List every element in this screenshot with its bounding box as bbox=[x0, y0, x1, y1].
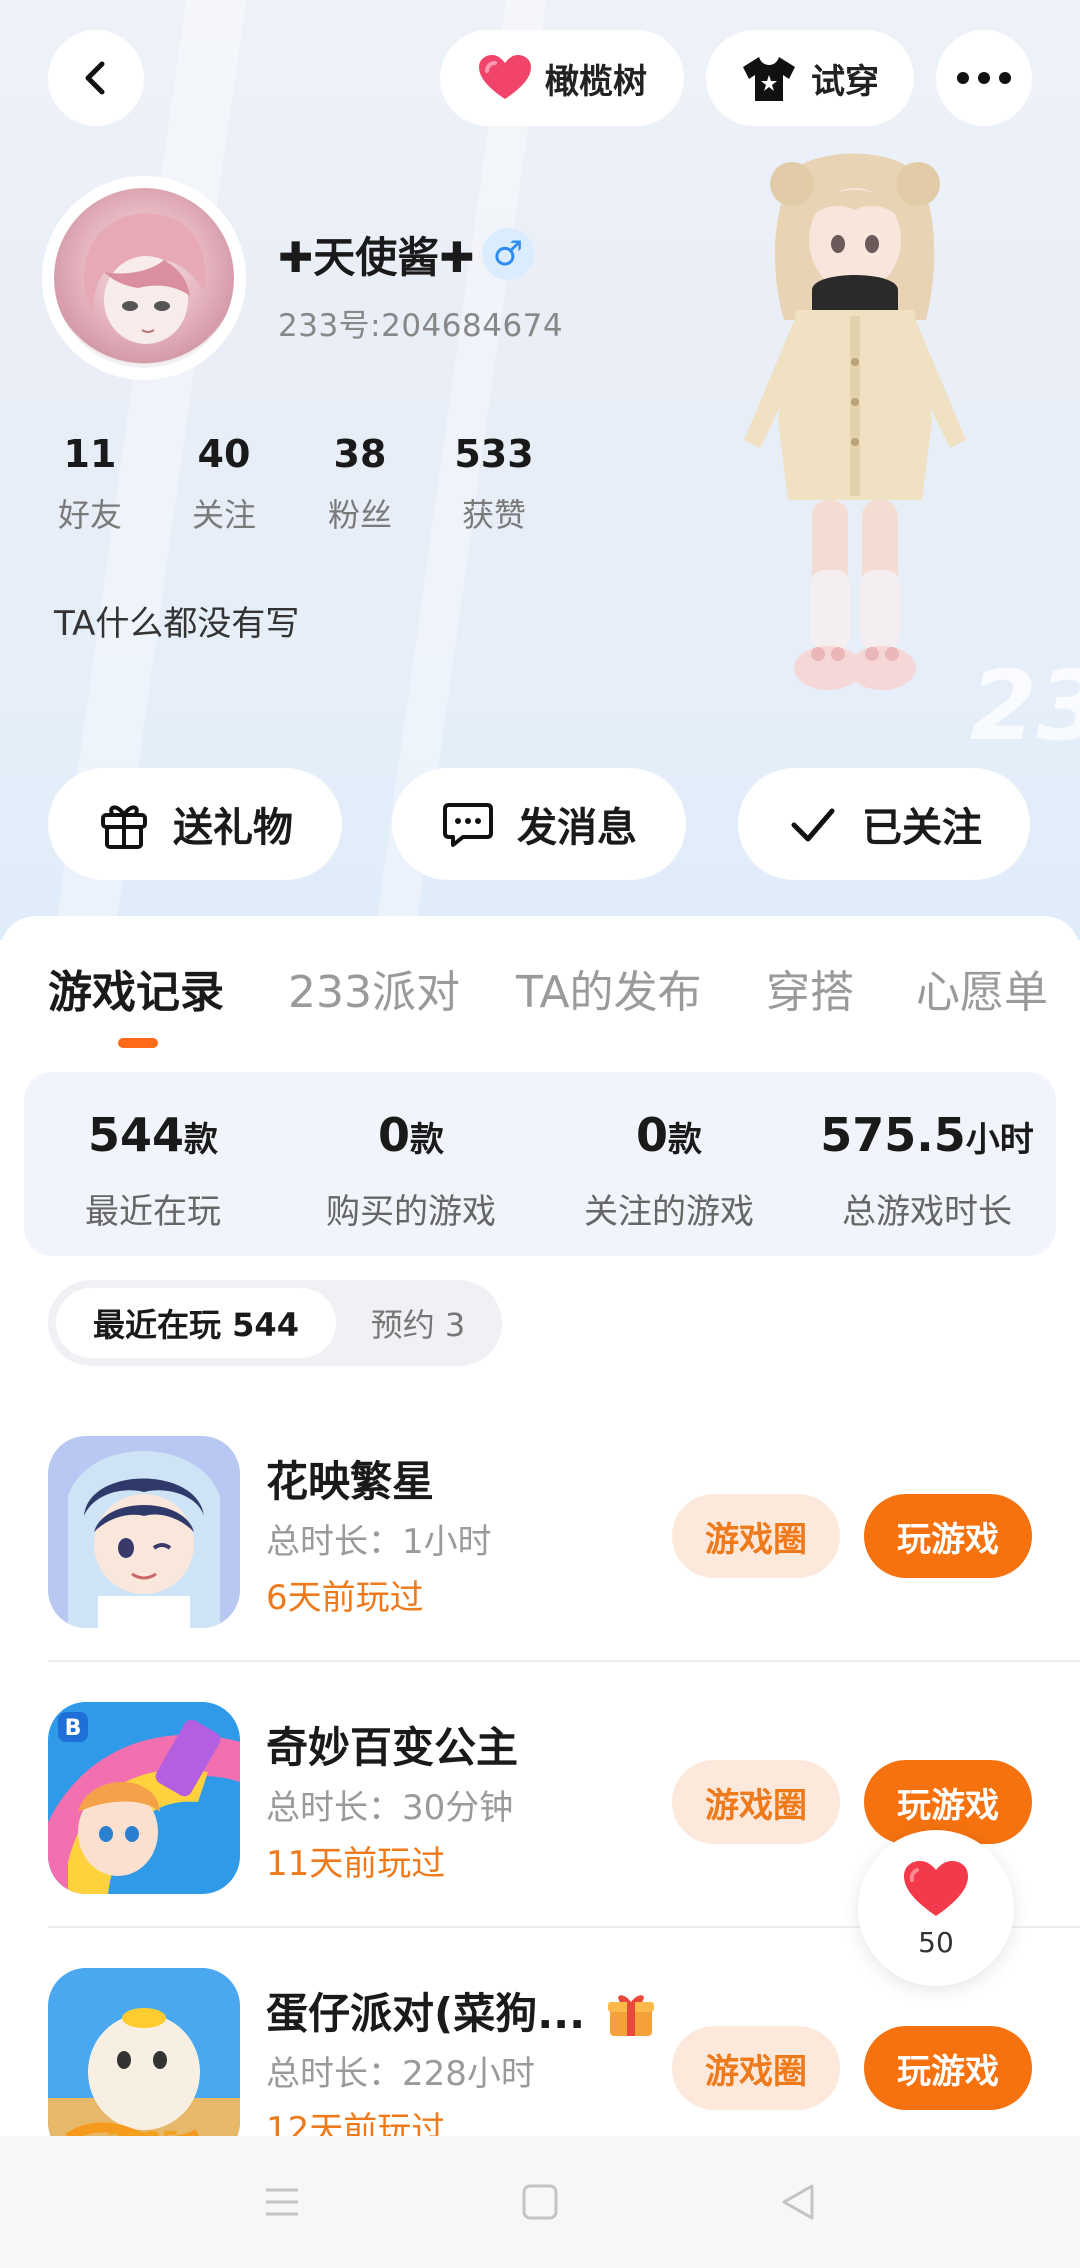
game-icon-princess[interactable]: B bbox=[48, 1702, 240, 1894]
stat-value: 38 bbox=[333, 432, 387, 476]
game-name: 蛋仔派对(菜狗... bbox=[266, 1989, 586, 2038]
game-summary: 544款 最近在玩 0款 购买的游戏 0款 关注的游戏 575.5小时 总游戏时… bbox=[24, 1072, 1056, 1256]
stat-value: 40 bbox=[197, 432, 251, 476]
nickname: ✚天使酱✚ bbox=[278, 233, 475, 282]
summary-value: 544 bbox=[87, 1108, 185, 1162]
game-duration: 总时长：30分钟 bbox=[266, 1788, 514, 1828]
game-name: 花映繁星 bbox=[266, 1457, 435, 1506]
tab-wishlist[interactable]: 心愿单 bbox=[916, 956, 1048, 1020]
avatar[interactable] bbox=[42, 176, 246, 380]
heart-icon bbox=[479, 55, 531, 99]
summary-label: 关注的游戏 bbox=[584, 1192, 754, 1232]
mate-button[interactable]: 橄榄树 bbox=[440, 30, 684, 126]
play-game-button[interactable]: 玩游戏 bbox=[864, 2026, 1032, 2110]
chat-icon bbox=[443, 803, 493, 847]
stat-fans[interactable]: 38 粉丝 bbox=[300, 432, 420, 536]
back-button[interactable] bbox=[48, 30, 144, 126]
tab-posts[interactable]: TA的发布 bbox=[516, 956, 702, 1020]
game-icon-eggy[interactable]: 2025 bbox=[48, 1968, 240, 2160]
summary-followed[interactable]: 0款 关注的游戏 bbox=[540, 1108, 798, 1233]
stat-label: 获赞 bbox=[461, 496, 526, 534]
summary-value: 0 bbox=[377, 1108, 410, 1162]
svg-text:B: B bbox=[65, 1716, 82, 1741]
summary-unit: 款 bbox=[184, 1120, 219, 1160]
tab-233-party[interactable]: 233派对 bbox=[288, 956, 460, 1020]
summary-total-time[interactable]: 575.5小时 总游戏时长 bbox=[798, 1108, 1056, 1233]
segment-reserve[interactable]: 预约 3 bbox=[348, 1288, 488, 1358]
game-icon-huaying[interactable] bbox=[48, 1436, 240, 1628]
back-icon bbox=[85, 61, 105, 95]
game-last-played: 6天前玩过 bbox=[266, 1578, 424, 1618]
heart-icon bbox=[904, 1860, 968, 1916]
send-gift-label: 送礼物 bbox=[173, 805, 293, 851]
stat-value: 11 bbox=[63, 432, 117, 476]
active-tab-indicator bbox=[118, 1038, 158, 1048]
stat-value: 533 bbox=[454, 432, 534, 476]
send-gift-button[interactable]: 送礼物 bbox=[48, 768, 342, 880]
stat-likes[interactable]: 533 获赞 bbox=[434, 432, 554, 536]
bio-text: TA什么都没有写 bbox=[54, 604, 300, 644]
followed-label: 已关注 bbox=[862, 805, 982, 851]
like-button[interactable]: 50 bbox=[858, 1830, 1014, 1986]
character-figure[interactable] bbox=[700, 140, 1010, 760]
check-icon bbox=[791, 808, 835, 842]
stat-label: 关注 bbox=[191, 496, 256, 534]
game-circle-button[interactable]: 游戏圈 bbox=[672, 1494, 840, 1578]
summary-recent[interactable]: 544款 最近在玩 bbox=[24, 1108, 282, 1233]
send-message-label: 发消息 bbox=[517, 805, 637, 851]
more-icon bbox=[957, 72, 1011, 84]
segment-recent[interactable]: 最近在玩 544 bbox=[56, 1288, 336, 1358]
stat-label: 好友 bbox=[57, 496, 122, 534]
try-on-label: 试穿 bbox=[811, 61, 879, 102]
system-nav-bar bbox=[0, 2136, 1080, 2268]
stat-following[interactable]: 40 关注 bbox=[164, 432, 284, 536]
try-on-button[interactable]: 试穿 bbox=[706, 30, 914, 126]
send-message-button[interactable]: 发消息 bbox=[392, 768, 686, 880]
mate-label: 橄榄树 bbox=[545, 61, 647, 102]
summary-unit: 款 bbox=[668, 1120, 702, 1160]
game-name: 奇妙百变公主 bbox=[266, 1723, 519, 1772]
tshirt-icon bbox=[743, 57, 795, 101]
summary-label: 总游戏时长 bbox=[842, 1192, 1012, 1232]
summary-label: 最近在玩 bbox=[85, 1192, 221, 1232]
summary-value: 575.5 bbox=[820, 1108, 966, 1162]
game-circle-button[interactable]: 游戏圈 bbox=[672, 1760, 840, 1844]
more-button[interactable] bbox=[936, 30, 1032, 126]
summary-label: 购买的游戏 bbox=[326, 1192, 496, 1232]
summary-unit: 款 bbox=[410, 1120, 444, 1160]
back-triangle-icon[interactable] bbox=[774, 2178, 822, 2226]
gift-icon bbox=[101, 805, 147, 849]
game-row[interactable]: 花映繁星 总时长：1小时 6天前玩过 游戏圈 玩游戏 bbox=[48, 1396, 1080, 1662]
stat-friends[interactable]: 11 好友 bbox=[30, 432, 150, 536]
user-id: 233号:204684674 bbox=[278, 308, 564, 344]
watermark-233: 233 bbox=[970, 650, 1080, 762]
summary-unit: 小时 bbox=[965, 1120, 1034, 1160]
game-circle-button[interactable]: 游戏圈 bbox=[672, 2026, 840, 2110]
play-game-button[interactable]: 玩游戏 bbox=[864, 1494, 1032, 1578]
game-duration: 总时长：1小时 bbox=[266, 1522, 492, 1562]
summary-purchased[interactable]: 0款 购买的游戏 bbox=[282, 1108, 540, 1233]
game-duration: 总时长：228小时 bbox=[266, 2054, 535, 2094]
stat-label: 粉丝 bbox=[327, 496, 392, 534]
home-icon[interactable] bbox=[516, 2178, 564, 2226]
tab-game-records[interactable]: 游戏记录 bbox=[48, 956, 224, 1020]
gift-badge-icon[interactable] bbox=[606, 1990, 656, 2040]
followed-button[interactable]: 已关注 bbox=[738, 768, 1030, 880]
menu-icon[interactable] bbox=[258, 2178, 306, 2226]
profile-header: 橄榄树 试穿 ✚天使酱✚ ♂ 233号:204684674 11 好友 40 关… bbox=[0, 0, 1080, 940]
gender-badge: ♂ bbox=[482, 228, 534, 280]
tab-outfits[interactable]: 穿搭 bbox=[766, 956, 854, 1020]
summary-value: 0 bbox=[635, 1108, 668, 1162]
like-count: 50 bbox=[918, 1925, 954, 1959]
game-last-played: 11天前玩过 bbox=[266, 1844, 446, 1884]
avatar-image bbox=[54, 188, 234, 368]
game-list-segment: 最近在玩 544 预约 3 bbox=[48, 1280, 502, 1366]
